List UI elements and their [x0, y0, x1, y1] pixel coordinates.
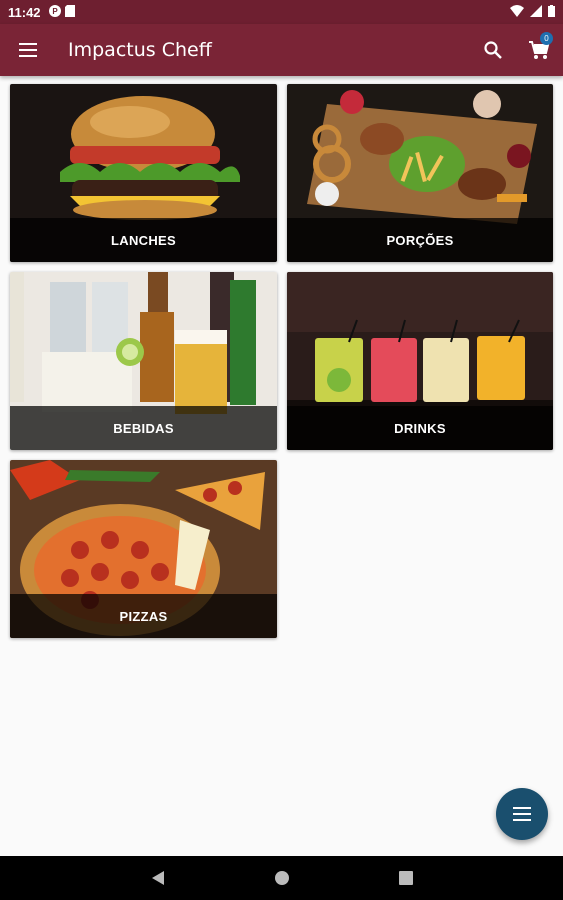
category-label-band: PORÇÕES	[287, 218, 553, 262]
signal-icon	[530, 4, 542, 20]
notification-p-icon: P	[48, 4, 61, 20]
category-card-porcoes[interactable]: PORÇÕES	[287, 84, 553, 262]
category-label-band: BEBIDAS	[10, 406, 277, 450]
sd-card-icon	[64, 4, 75, 20]
category-grid: LANCHES PORÇÕES BEBIDAS DRINKS PIZZAS	[10, 84, 553, 638]
status-bar: 11:42 P	[0, 0, 563, 24]
category-label-band: PIZZAS	[10, 594, 277, 638]
status-time: 11:42	[8, 4, 41, 20]
category-label: PIZZAS	[119, 608, 168, 624]
back-button[interactable]	[146, 866, 170, 890]
svg-text:P: P	[52, 7, 58, 16]
search-icon	[484, 41, 502, 59]
menu-fab-button[interactable]	[496, 788, 548, 840]
list-icon	[513, 807, 531, 821]
category-label: BEBIDAS	[113, 420, 174, 436]
category-card-bebidas[interactable]: BEBIDAS	[10, 272, 277, 450]
search-button[interactable]	[471, 24, 515, 76]
category-label-band: DRINKS	[287, 406, 553, 450]
app-bar: Impactus Cheff 0	[0, 24, 563, 76]
menu-button[interactable]	[0, 24, 56, 76]
hamburger-menu-icon	[19, 43, 37, 57]
battery-icon	[548, 4, 555, 20]
category-label-band: LANCHES	[10, 218, 277, 262]
home-circle-icon	[274, 871, 289, 885]
home-button[interactable]	[270, 866, 294, 890]
app-title: Impactus Cheff	[68, 39, 212, 61]
category-label: LANCHES	[111, 232, 176, 248]
recents-button[interactable]	[394, 866, 418, 890]
category-card-drinks[interactable]: DRINKS	[287, 272, 553, 450]
recents-square-icon	[398, 871, 413, 885]
wifi-icon	[510, 4, 524, 20]
category-card-pizzas[interactable]: PIZZAS	[10, 460, 277, 638]
cart-button[interactable]: 0	[515, 24, 563, 76]
category-label: DRINKS	[394, 420, 446, 436]
category-card-lanches[interactable]: LANCHES	[10, 84, 277, 262]
back-triangle-icon	[151, 871, 164, 885]
category-label: PORÇÕES	[386, 232, 454, 248]
system-nav-bar	[0, 856, 563, 900]
cart-count-badge: 0	[540, 32, 553, 45]
